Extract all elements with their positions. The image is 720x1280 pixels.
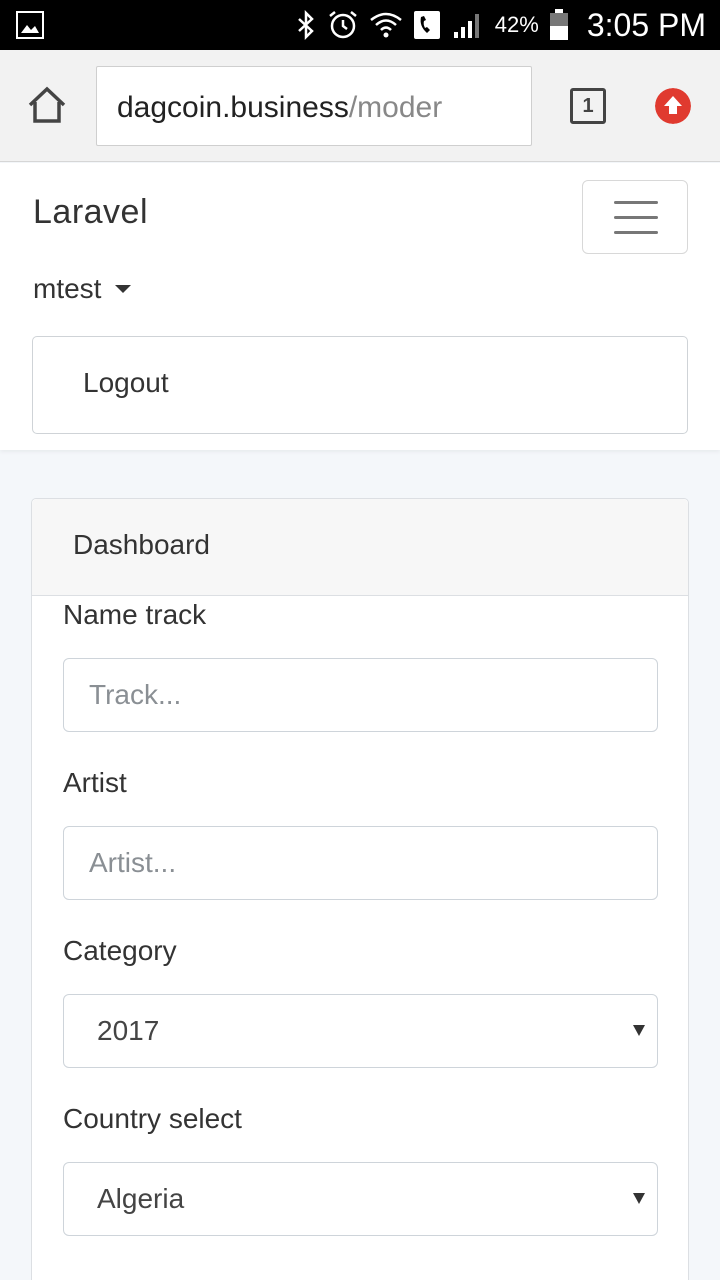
caret-down-icon bbox=[115, 285, 132, 293]
dropdown-arrow-icon bbox=[633, 1193, 645, 1204]
gallery-icon bbox=[16, 11, 44, 39]
url-bar[interactable]: dagcoin.business/moder bbox=[96, 66, 532, 146]
hamburger-icon-bar bbox=[614, 231, 658, 234]
dropdown-arrow-icon bbox=[633, 1025, 645, 1036]
country-select[interactable]: Algeria bbox=[63, 1162, 658, 1236]
battery-icon bbox=[549, 9, 568, 40]
bluetooth-icon bbox=[297, 10, 314, 40]
navbar-brand[interactable]: Laravel bbox=[33, 193, 148, 232]
wifi-icon bbox=[370, 12, 402, 38]
alarm-icon bbox=[329, 11, 357, 39]
name-track-label: Name track bbox=[63, 599, 207, 630]
artist-label: Artist bbox=[63, 767, 127, 798]
user-name: mtest bbox=[33, 273, 102, 304]
card-header: Dashboard bbox=[32, 499, 688, 596]
signal-icon bbox=[453, 14, 479, 38]
user-dropdown[interactable]: mtest bbox=[33, 273, 132, 305]
dashboard-card: Dashboard Name track Artist Category 201… bbox=[31, 498, 689, 1280]
category-label: Category bbox=[63, 935, 177, 966]
navbar-toggler-button[interactable] bbox=[582, 180, 688, 254]
call-icon bbox=[413, 11, 440, 39]
home-icon[interactable] bbox=[26, 84, 68, 126]
country-selected-value: Algeria bbox=[97, 1183, 185, 1214]
country-select-label: Country select bbox=[63, 1103, 242, 1134]
hamburger-icon bbox=[614, 201, 658, 204]
artist-input[interactable] bbox=[63, 826, 658, 900]
battery-percent: 42% bbox=[494, 12, 539, 37]
name-track-input[interactable] bbox=[63, 658, 658, 732]
category-select[interactable]: 2017 bbox=[63, 994, 658, 1068]
url-path: /moder bbox=[348, 91, 443, 124]
browser-toolbar: dagcoin.business/moder 1 bbox=[0, 50, 720, 162]
clock: 3:05 PM bbox=[586, 6, 706, 43]
logout-button[interactable]: Logout bbox=[32, 336, 688, 434]
navbar: Laravel mtest Logout bbox=[0, 163, 720, 450]
url-host: dagcoin.business bbox=[117, 91, 349, 124]
upload-icon[interactable] bbox=[655, 88, 691, 124]
category-selected-value: 2017 bbox=[97, 1015, 160, 1046]
status-bar: 42% 3:05 PM bbox=[0, 0, 720, 50]
tabs-icon[interactable]: 1 bbox=[570, 88, 606, 124]
hamburger-icon-bar bbox=[614, 216, 658, 219]
